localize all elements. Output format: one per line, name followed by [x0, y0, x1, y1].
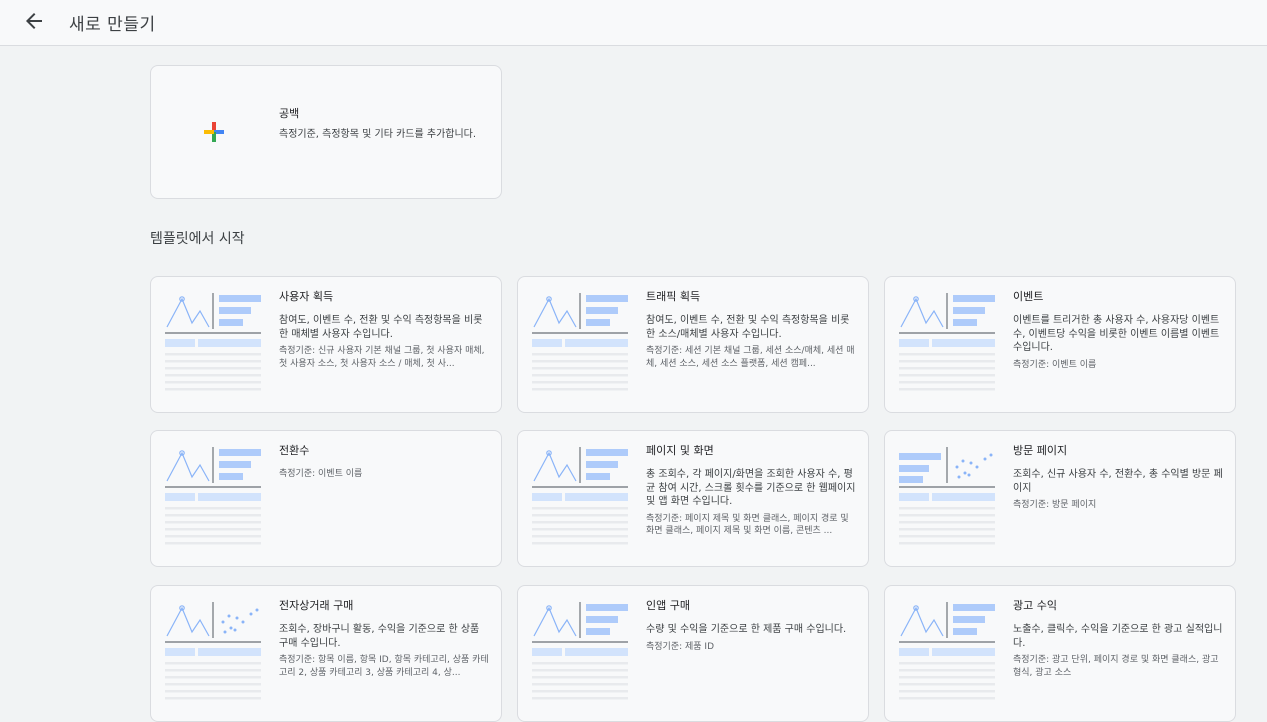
- template-card[interactable]: 사용자 획득참여도, 이벤트 수, 전환 및 수익 측정항목을 비롯한 매체별 …: [150, 276, 502, 413]
- template-card-title: 사용자 획득: [279, 290, 334, 303]
- template-card-title: 이벤트: [1013, 290, 1044, 303]
- template-card-title: 방문 페이지: [1013, 444, 1068, 457]
- template-card-dimensions: 측정기준: 제품 ID: [646, 641, 715, 652]
- template-card[interactable]: 전자상거래 구매조회수, 장바구니 활동, 수익을 기준으로 한 상품 구매 수…: [150, 585, 502, 722]
- template-card-dimensions: 측정기준: 이벤트 이름: [279, 469, 363, 479]
- template-card[interactable]: 페이지 및 화면총 조회수, 각 페이지/화면을 조회한 사용자 수, 평균 참…: [517, 430, 869, 567]
- template-card-dimensions: 측정기준: 이벤트 이름: [1013, 359, 1097, 370]
- template-card-description: 노출수, 클릭수, 수익을 기준으로 한 광고 실적입니다.: [1013, 624, 1223, 649]
- template-card[interactable]: 인앱 구매수량 및 수익을 기준으로 한 제품 구매 수입니다. 측정기준: 제품…: [517, 585, 869, 722]
- top-app-bar: 새로 만들기: [0, 0, 1267, 46]
- template-card[interactable]: 광고 수익노출수, 클릭수, 수익을 기준으로 한 광고 실적입니다. 측정기준:…: [884, 585, 1236, 722]
- template-card-dimensions: 측정기준: 세션 기본 채널 그룹, 세션 소스/매체, 세션 매체, 세션 소…: [646, 346, 855, 369]
- template-card-title: 페이지 및 화면: [646, 444, 714, 457]
- template-card-title: 광고 수익: [1013, 599, 1057, 612]
- template-card-description: 참여도, 이벤트 수, 전환 및 수익 측정항목을 비롯한 소스/매체별 사용자…: [646, 315, 850, 340]
- template-card-title: 트래픽 획득: [646, 290, 701, 303]
- template-card-dimensions: 측정기준: 항목 이름, 항목 ID, 항목 카테고리, 상품 카테고리 2, …: [279, 655, 489, 678]
- template-card-title: 전자상거래 구매: [279, 599, 354, 612]
- arrow-back-icon: [26, 13, 42, 29]
- template-card-title: 전환수: [279, 444, 310, 457]
- template-thumbnail: [899, 293, 995, 391]
- template-thumbnail: [532, 602, 628, 700]
- blank-report-card[interactable]: 공백 측정기준, 측정항목 및 기타 카드를 추가합니다.: [150, 65, 502, 199]
- template-thumbnail: [165, 293, 261, 391]
- blank-card-title: 공백: [279, 107, 300, 120]
- template-card-dimensions: 측정기준: 페이지 제목 및 화면 클래스, 페이지 경로 및 화면 클래스, …: [646, 513, 849, 537]
- template-card-dimensions: 측정기준: 신규 사용자 기본 채널 그룹, 첫 사용자 매체, 첫 사용자 소…: [279, 346, 485, 369]
- template-card-description: 이벤트를 트리거한 총 사용자 수, 사용자당 이벤트 수, 이벤트당 수익을 …: [1013, 315, 1220, 353]
- template-card-description: 참여도, 이벤트 수, 전환 및 수익 측정항목을 비롯한 매체별 사용자 수입…: [279, 315, 483, 340]
- template-section-title: 템플릿에서 시작: [150, 231, 245, 247]
- template-thumbnail: [899, 447, 995, 545]
- template-card-dimensions: 측정기준: 광고 단위, 페이지 경로 및 화면 클래스, 광고 형식, 광고 …: [1013, 655, 1219, 678]
- plus-icon: [204, 122, 224, 142]
- blank-card-description: 측정기준, 측정항목 및 기타 카드를 추가합니다.: [279, 129, 477, 140]
- template-thumbnail: [532, 447, 628, 545]
- page-title: 새로 만들기: [69, 15, 156, 35]
- template-card-description: 조회수, 신규 사용자 수, 전환수, 총 수익별 방문 페이지: [1013, 469, 1223, 494]
- template-card-title: 인앱 구매: [646, 599, 690, 612]
- template-thumbnail: [532, 293, 628, 391]
- back-button[interactable]: [22, 9, 46, 33]
- template-card[interactable]: 방문 페이지조회수, 신규 사용자 수, 전환수, 총 수익별 방문 페이지측정…: [884, 430, 1236, 567]
- template-card[interactable]: 이벤트이벤트를 트리거한 총 사용자 수, 사용자당 이벤트 수, 이벤트당 수…: [884, 276, 1236, 413]
- template-card-description: 총 조회수, 각 페이지/화면을 조회한 사용자 수, 평균 참여 시간, 스크…: [646, 469, 856, 507]
- template-thumbnail: [899, 602, 995, 700]
- template-card[interactable]: 전환수측정기준: 이벤트 이름: [150, 430, 502, 567]
- template-card[interactable]: 트래픽 획득참여도, 이벤트 수, 전환 및 수익 측정항목을 비롯한 소스/매…: [517, 276, 869, 413]
- template-card-dimensions: 측정기준: 방문 페이지: [1013, 500, 1097, 510]
- template-card-description: 수량 및 수익을 기준으로 한 제품 구매 수입니다.: [646, 624, 847, 635]
- template-thumbnail: [165, 602, 261, 700]
- template-card-description: 조회수, 장바구니 활동, 수익을 기준으로 한 상품 구매 수입니다.: [279, 624, 480, 649]
- template-thumbnail: [165, 447, 261, 545]
